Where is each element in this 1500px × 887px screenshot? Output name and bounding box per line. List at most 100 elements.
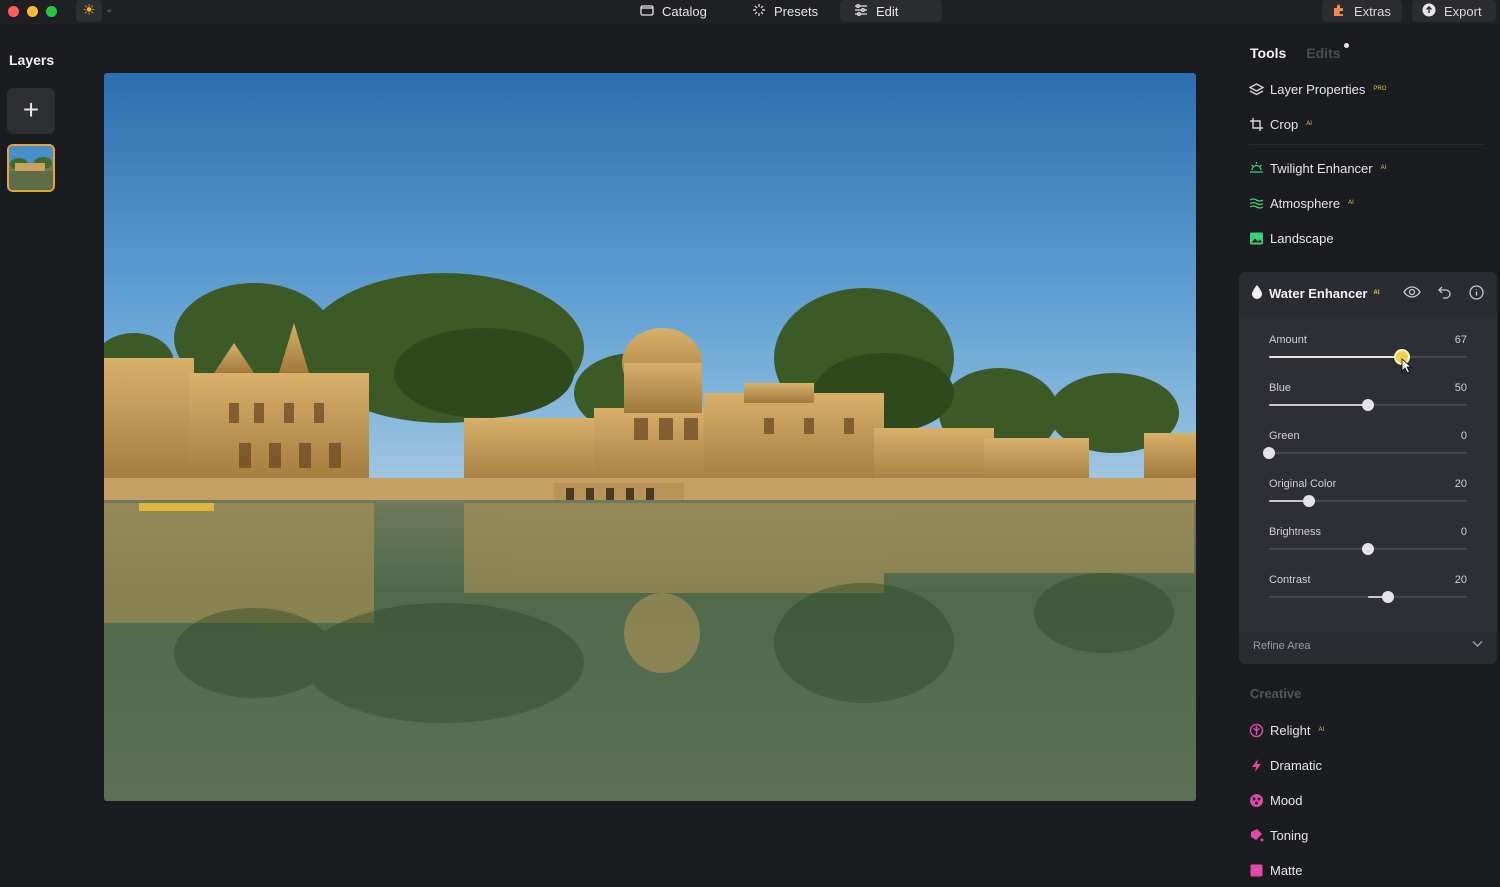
amount-value: 67 <box>1454 334 1467 346</box>
tool-mood[interactable]: Mood <box>1249 790 1303 810</box>
tab-presets[interactable]: Presets <box>738 0 832 22</box>
tool-toning[interactable]: Toning <box>1249 825 1308 845</box>
green-value: 0 <box>1460 430 1467 442</box>
slider-handle[interactable] <box>1263 447 1275 459</box>
waves-icon <box>1249 196 1264 211</box>
blue-value: 50 <box>1454 382 1467 394</box>
tool-twilight-enhancer[interactable]: Twilight Enhancer AI <box>1249 158 1386 178</box>
sun-horizon-icon <box>1249 161 1264 176</box>
tool-landscape[interactable]: Landscape <box>1249 228 1334 248</box>
original-color-slider[interactable]: Original Color 20 <box>1269 478 1467 518</box>
panel-tabs: Tools Edits <box>1250 43 1349 61</box>
crop-icon <box>1249 117 1264 132</box>
contrast-label: Contrast <box>1269 574 1311 586</box>
slider-track[interactable] <box>1269 452 1467 454</box>
slider-handle[interactable] <box>1362 543 1374 555</box>
original-color-label: Original Color <box>1269 478 1337 490</box>
landscape-photo <box>104 73 1196 801</box>
amount-label: Amount <box>1269 334 1307 346</box>
tab-edits-label: Edits <box>1306 45 1341 61</box>
tool-atmosphere-label: Atmosphere <box>1270 195 1341 211</box>
water-enhancer-actions <box>1403 283 1485 301</box>
contrast-value: 20 <box>1454 574 1467 586</box>
toning-icon <box>1249 828 1264 843</box>
refine-area-label[interactable]: Refine Area <box>1253 640 1310 652</box>
blue-slider[interactable]: Blue 50 <box>1269 382 1467 422</box>
tool-toning-label: Toning <box>1270 827 1309 843</box>
slider-fill <box>1269 356 1402 358</box>
export-label: Export <box>1444 3 1482 19</box>
tool-crop[interactable]: Crop AI <box>1249 114 1312 134</box>
tool-twilight-enhancer-label: Twilight Enhancer <box>1270 160 1373 176</box>
tool-layer-properties[interactable]: Layer Properties PRO <box>1249 79 1386 99</box>
amount-slider[interactable]: Amount 67 <box>1269 334 1467 374</box>
ai-badge: AI <box>1306 121 1312 127</box>
tool-matte[interactable]: Matte <box>1249 860 1303 880</box>
contrast-slider[interactable]: Contrast 20 <box>1269 574 1467 614</box>
original-color-value: 20 <box>1454 478 1467 490</box>
extras-label: Extras <box>1354 3 1391 19</box>
water-enhancer-panel: Water Enhancer AI Amount 67 Blue 50 Green <box>1239 272 1497 664</box>
puzzle-icon <box>1332 3 1346 20</box>
ai-badge: AI <box>1380 165 1387 171</box>
tool-atmosphere[interactable]: Atmosphere AI <box>1249 193 1354 213</box>
tab-edit-label: Edit <box>876 3 899 19</box>
export-button[interactable]: Export <box>1412 0 1496 22</box>
tab-catalog-label: Catalog <box>662 3 707 19</box>
slider-handle[interactable] <box>1381 591 1394 603</box>
layers-title: Layers <box>9 52 55 68</box>
zoom-window-button[interactable] <box>46 6 57 17</box>
water-enhancer-title: Water Enhancer <box>1269 285 1368 301</box>
bolt-icon <box>1249 758 1264 773</box>
matte-icon <box>1249 863 1264 878</box>
layer-thumbnail[interactable] <box>7 144 55 192</box>
tool-mood-label: Mood <box>1270 792 1303 808</box>
brightness-slider[interactable]: Brightness 0 <box>1269 526 1467 566</box>
water-enhancer-sliders: Amount 67 Blue 50 Green 0 Original Color… <box>1239 314 1497 632</box>
extras-button[interactable]: Extras <box>1322 0 1402 22</box>
chevron-down-icon[interactable]: ⌄ <box>105 4 113 15</box>
tool-layer-properties-label: Layer Properties <box>1270 81 1366 97</box>
mood-icon <box>1249 793 1264 808</box>
divider <box>1249 144 1484 145</box>
green-label: Green <box>1269 430 1300 442</box>
chevron-down-icon[interactable] <box>1472 639 1483 651</box>
tab-edits[interactable]: Edits <box>1306 43 1349 61</box>
export-icon <box>1422 3 1436 20</box>
tool-relight[interactable]: Relight AI <box>1249 720 1324 740</box>
landscape-icon <box>1249 231 1264 246</box>
undo-icon[interactable] <box>1435 283 1453 301</box>
info-icon[interactable] <box>1467 283 1485 301</box>
tab-tools[interactable]: Tools <box>1250 45 1286 61</box>
tool-dramatic[interactable]: Dramatic <box>1249 755 1322 775</box>
water-drop-icon <box>1251 284 1263 302</box>
ai-badge: AI <box>1318 727 1325 733</box>
add-layer-button[interactable]: + <box>7 88 55 134</box>
slider-handle[interactable] <box>1362 399 1374 411</box>
slider-fill <box>1269 404 1368 406</box>
eye-icon[interactable] <box>1403 283 1421 301</box>
blue-label: Blue <box>1269 382 1292 394</box>
minimize-window-button[interactable] <box>27 6 38 17</box>
tool-landscape-label: Landscape <box>1270 230 1334 246</box>
sun-logo-icon[interactable]: ☀ <box>76 0 102 22</box>
creative-section-title: Creative <box>1250 686 1302 701</box>
sliders-icon <box>854 3 868 20</box>
ai-badge: AI <box>1373 290 1380 296</box>
pro-badge: PRO <box>1373 86 1387 92</box>
photo-canvas[interactable] <box>104 73 1196 801</box>
tab-catalog[interactable]: Catalog <box>626 0 721 22</box>
tool-dramatic-label: Dramatic <box>1270 757 1323 773</box>
mouse-pointer-icon <box>1401 358 1413 374</box>
sparkle-icon <box>752 3 766 20</box>
tab-edit[interactable]: Edit <box>840 0 942 22</box>
unsaved-dot-icon <box>1343 43 1349 48</box>
close-window-button[interactable] <box>8 6 19 17</box>
tool-relight-label: Relight <box>1270 722 1311 738</box>
brightness-value: 0 <box>1460 526 1467 538</box>
folder-icon <box>640 3 654 20</box>
slider-handle[interactable] <box>1302 495 1315 507</box>
ai-badge: AI <box>1348 200 1354 206</box>
water-enhancer-header[interactable]: Water Enhancer AI <box>1251 284 1380 302</box>
green-slider[interactable]: Green 0 <box>1263 430 1467 470</box>
